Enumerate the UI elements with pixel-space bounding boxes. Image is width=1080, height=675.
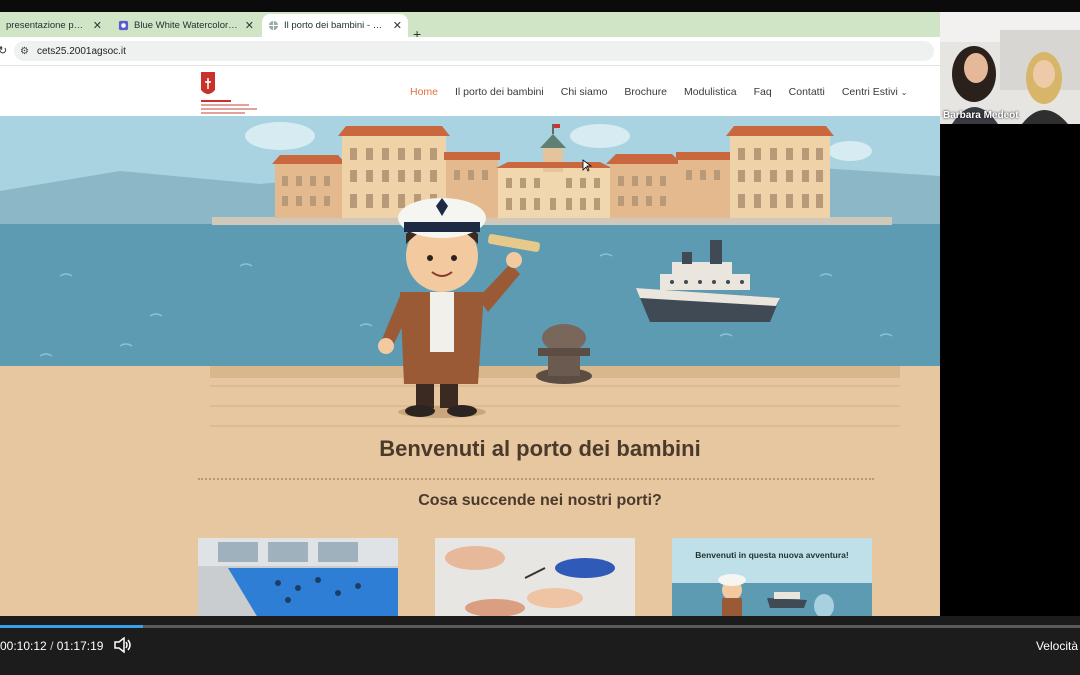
card-welcome[interactable]: Benvenuti in questa nuova avventura! bbox=[672, 538, 872, 616]
hero-illustration bbox=[0, 116, 940, 616]
nav-porto-dei-bambini[interactable]: Il porto dei bambini bbox=[455, 86, 544, 98]
video-progress-bar[interactable] bbox=[0, 625, 1080, 628]
webcam-overlay: Barbara Medeot bbox=[940, 12, 1080, 124]
progress-played bbox=[0, 625, 143, 628]
section-subtitle: Cosa succende nei nostri porti? bbox=[418, 492, 662, 509]
nav-faq[interactable]: Faq bbox=[754, 86, 772, 98]
tab-label: Il porto dei bambini - Centri Esti bbox=[284, 20, 387, 31]
participant-name: Barbara Medeot bbox=[943, 110, 1019, 121]
main-navigation: Home Il porto dei bambini Chi siamo Broc… bbox=[410, 86, 924, 98]
video-timecode: 00:10:12 / 01:17:19 bbox=[0, 639, 103, 653]
nav-centri-estivi-label: Centri Estivi bbox=[841, 86, 898, 98]
nav-chi-siamo[interactable]: Chi siamo bbox=[561, 86, 608, 98]
webcam-feed bbox=[940, 12, 1080, 124]
reload-icon[interactable]: ↻ bbox=[0, 44, 7, 57]
close-icon[interactable]: ✕ bbox=[393, 19, 402, 32]
chevron-down-icon: ⌄ bbox=[900, 88, 908, 97]
browser-tab-1[interactable]: presentazione per riunion ✕ bbox=[0, 14, 108, 37]
close-icon[interactable]: ✕ bbox=[245, 19, 254, 32]
browser-tab-strip: presentazione per riunion ✕ Blue White W… bbox=[0, 12, 940, 42]
nav-brochure[interactable]: Brochure bbox=[624, 86, 667, 98]
page-title: Benvenuti al porto dei bambini bbox=[379, 436, 701, 461]
playback-speed-button[interactable]: Velocità bbox=[1036, 639, 1078, 653]
card-pool-photo[interactable] bbox=[198, 538, 398, 616]
canva-icon bbox=[118, 20, 129, 31]
tab-label: Blue White Watercolor Marine F bbox=[134, 20, 239, 31]
site-header: Home Il porto dei bambini Chi siamo Broc… bbox=[0, 66, 940, 116]
tab-label: presentazione per riunion bbox=[6, 20, 87, 31]
total-duration: 01:17:19 bbox=[56, 639, 104, 653]
nav-modulistica[interactable]: Modulistica bbox=[684, 86, 737, 98]
address-bar: ⚙ cets25.2001agsoc.it bbox=[0, 37, 940, 66]
volume-icon[interactable] bbox=[114, 637, 132, 653]
top-bar bbox=[0, 0, 1080, 12]
close-icon[interactable]: ✕ bbox=[93, 19, 102, 32]
globe-icon bbox=[268, 20, 279, 31]
browser-tab-3[interactable]: Il porto dei bambini - Centri Esti ✕ bbox=[262, 14, 408, 37]
current-time: 00:10:12 bbox=[0, 639, 47, 653]
time-separator: / bbox=[50, 639, 54, 653]
card-caption: Benvenuti in questa nuova avventura! bbox=[695, 550, 849, 560]
drawing-photo bbox=[435, 538, 635, 616]
nav-centri-estivi[interactable]: Centri Estivi ⌄ bbox=[842, 86, 908, 98]
url-field[interactable]: ⚙ cets25.2001agsoc.it bbox=[14, 41, 934, 61]
browser-tab-2[interactable]: Blue White Watercolor Marine F ✕ bbox=[112, 14, 260, 37]
pool-photo bbox=[198, 538, 398, 616]
website-viewport: Home Il porto dei bambini Chi siamo Broc… bbox=[0, 66, 940, 616]
url-text: cets25.2001agsoc.it bbox=[36, 45, 126, 57]
nav-contatti[interactable]: Contatti bbox=[789, 86, 825, 98]
nav-home[interactable]: Home bbox=[410, 86, 438, 98]
mouse-pointer-icon bbox=[582, 159, 592, 172]
comune-logo[interactable] bbox=[199, 70, 261, 116]
card-drawing-photo[interactable] bbox=[435, 538, 635, 616]
divider bbox=[198, 478, 874, 480]
site-settings-icon[interactable]: ⚙ bbox=[20, 46, 29, 57]
